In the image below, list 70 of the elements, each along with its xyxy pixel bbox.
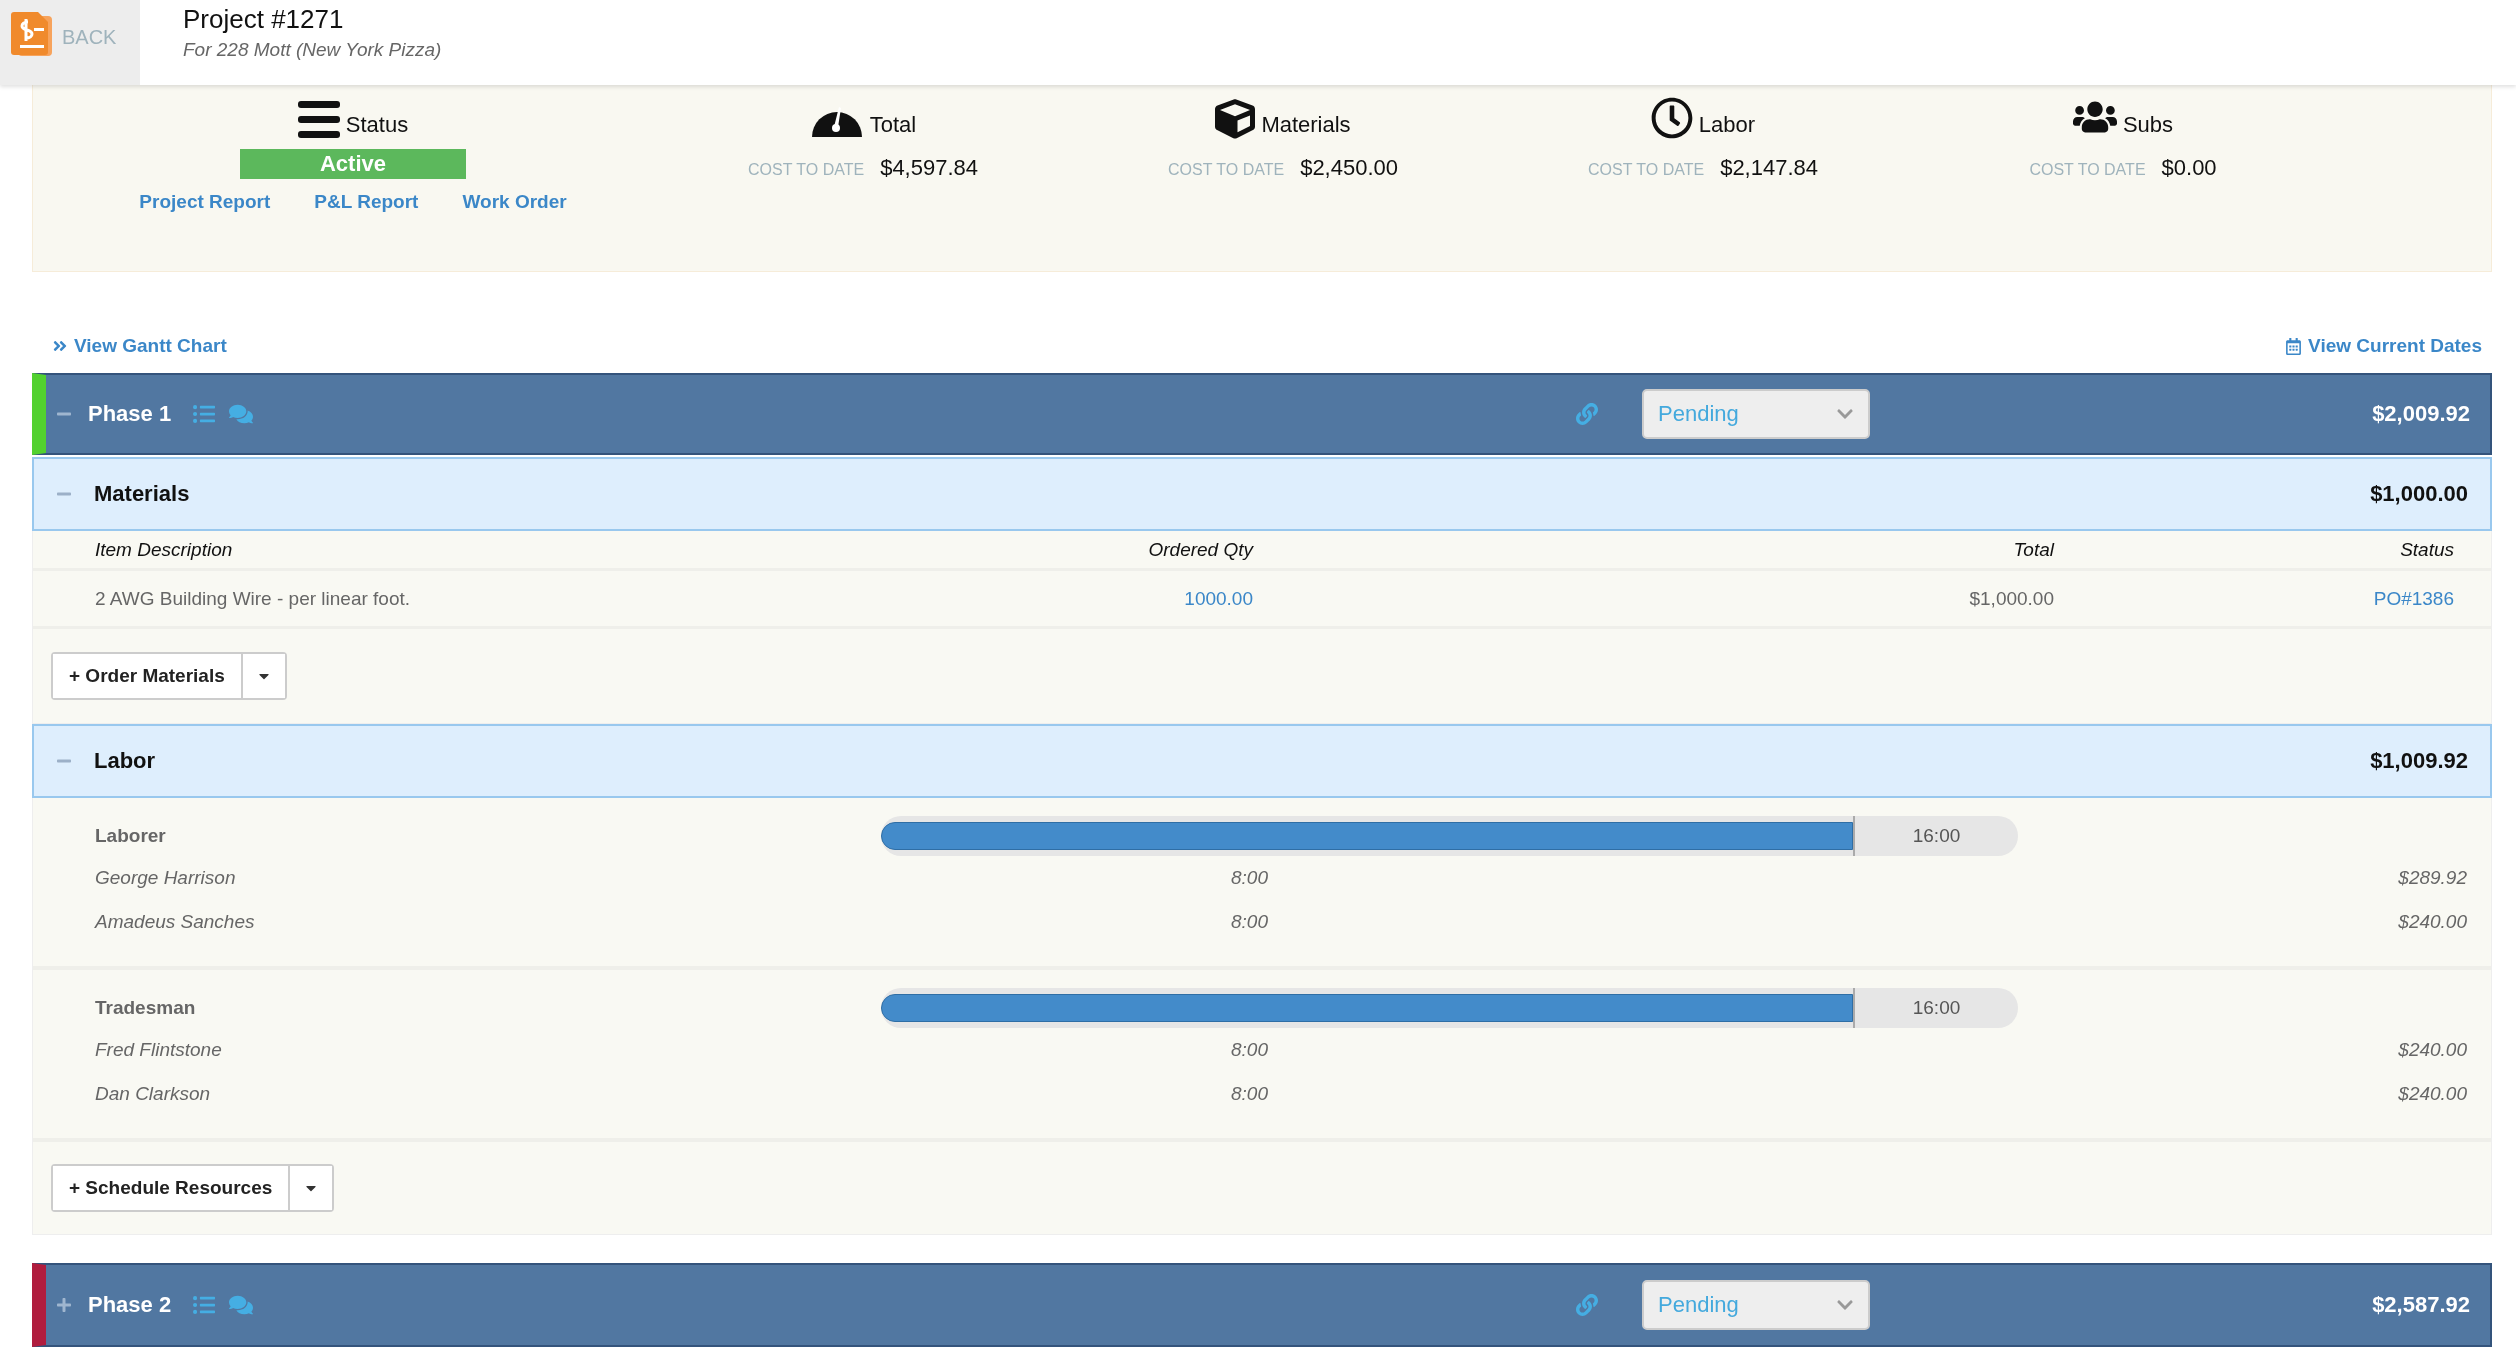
cost-caption: COST TO DATE [1587, 161, 1705, 179]
report-link[interactable]: Project Report [139, 191, 271, 213]
phase-total: $2,587.92 [2371, 1292, 2471, 1318]
cost-label: Materials [1261, 112, 1351, 138]
cost-caption: COST TO DATE [1167, 161, 1285, 179]
schedule-resources-button[interactable]: + Schedule Resources [53, 1166, 291, 1210]
cost-caption: COST TO DATE [747, 161, 865, 179]
cost-caption: COST TO DATE [2029, 161, 2146, 179]
cube-icon [1215, 99, 1256, 139]
list-icon[interactable] [193, 403, 216, 425]
cost-amount: $0.00 [2161, 155, 2217, 181]
role-label: Tradesman [95, 997, 197, 1019]
section-total: $1,000.00 [2370, 481, 2468, 507]
link-icon[interactable] [1576, 403, 1598, 425]
project-subtitle: For 228 Mott (New York Pizza) [183, 39, 442, 61]
column-header: Item Description [95, 538, 234, 561]
cost-amount: $2,147.84 [1720, 155, 1818, 181]
order-materials-button[interactable]: + Order Materials [53, 654, 243, 698]
worker-name: George Harrison [95, 867, 237, 889]
calendar-icon [2285, 337, 2303, 355]
worker-hours: 8:00 [1230, 1083, 1268, 1105]
comments-icon[interactable] [229, 1293, 254, 1317]
worker-name: Dan Clarkson [95, 1083, 212, 1105]
current-dates-link[interactable]: View Current Dates [2285, 335, 2482, 357]
hours-reading: 16:00 [1853, 816, 2018, 856]
project-title: Project #1271 [183, 4, 345, 35]
phase-status-dropdown[interactable]: Pending [1642, 389, 1870, 439]
cost-amount: $2,450.00 [1300, 155, 1398, 181]
list-icon [297, 101, 340, 139]
table-cell-text: $1,000.00 [1968, 587, 2054, 610]
cost-amount: $4,597.84 [880, 155, 978, 181]
clock-icon [1650, 97, 1693, 139]
link-icon[interactable] [1576, 1294, 1598, 1316]
phase-status-dropdown[interactable]: Pending [1642, 1280, 1870, 1330]
cost-label: Subs [2122, 112, 2174, 138]
worker-hours: 8:00 [1230, 911, 1268, 933]
report-link[interactable]: P&L Report [314, 191, 419, 213]
quantity-link[interactable]: 1000.00 [795, 587, 1253, 610]
phase-total: $2,009.92 [2371, 401, 2471, 427]
column-header: Ordered Qty [1147, 538, 1253, 561]
purchase-order-link[interactable]: PO#1386 [2054, 587, 2454, 610]
role-label: Laborer [95, 825, 167, 847]
worker-cost: $240.00 [2397, 1083, 2467, 1105]
worker-name: Amadeus Sanches [95, 911, 256, 933]
column-header: Total [2012, 538, 2054, 561]
worker-name: Fred Flintstone [95, 1039, 223, 1061]
status-label: Status [345, 112, 409, 138]
section-title: Labor [94, 748, 157, 774]
table-cell-text: 2 AWG Building Wire - per linear foot. [95, 587, 412, 610]
worker-hours: 8:00 [1230, 867, 1268, 889]
gantt-chart-link[interactable]: View Gantt Chart [52, 335, 227, 357]
phase-name: Phase 2 [88, 1292, 172, 1318]
column-header: Status [2399, 538, 2454, 561]
status-tag: Active [240, 149, 466, 179]
hours-reading: 16:00 [1853, 988, 2018, 1028]
worker-hours: 8:00 [1230, 1039, 1268, 1061]
back-button[interactable]: BACK [0, 0, 140, 85]
section-title: Materials [94, 481, 191, 507]
report-link[interactable]: Work Order [462, 191, 567, 213]
list-icon[interactable] [193, 1294, 216, 1316]
worker-cost: $240.00 [2397, 1039, 2467, 1061]
comments-icon[interactable] [229, 402, 254, 426]
worker-cost: $240.00 [2397, 911, 2467, 933]
phase-name: Phase 1 [88, 401, 172, 427]
section-total: $1,009.92 [2370, 748, 2468, 774]
cost-label: Labor [1698, 112, 1756, 138]
double-chevron-icon [52, 338, 68, 354]
worker-cost: $289.92 [2397, 867, 2467, 889]
cost-label: Total [869, 112, 917, 138]
expand-icon[interactable] [56, 1297, 72, 1313]
